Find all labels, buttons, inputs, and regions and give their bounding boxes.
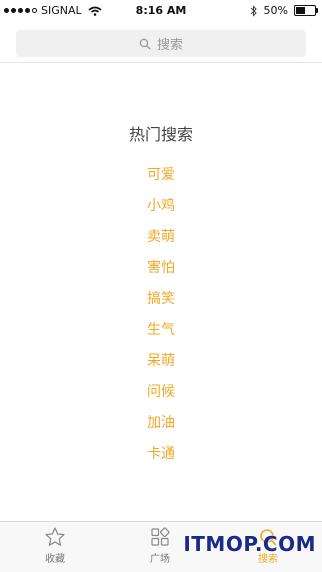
status-right: 50% xyxy=(250,4,318,17)
tab-favorites-label: 收藏 xyxy=(45,554,65,565)
hot-search-list: 可爱 小鸡 卖萌 害怕 搞笑 生气 呆萌 问候 加油 卡通 xyxy=(0,160,322,470)
hot-search-item[interactable]: 卖萌 xyxy=(0,222,322,253)
hot-search-item[interactable]: 加油 xyxy=(0,408,322,439)
hot-search-item[interactable]: 害怕 xyxy=(0,253,322,284)
battery-fill xyxy=(296,7,305,14)
hot-search-item[interactable]: 小鸡 xyxy=(0,191,322,222)
search-placeholder: 搜索 xyxy=(156,38,183,53)
hot-search-item[interactable]: 呆萌 xyxy=(0,346,322,377)
hot-search-item[interactable]: 问候 xyxy=(0,377,322,408)
hot-search-item[interactable]: 可爱 xyxy=(0,160,322,191)
tab-square-label: 广场 xyxy=(150,554,170,565)
star-icon xyxy=(45,527,65,546)
hot-search-item[interactable]: 搞笑 xyxy=(0,284,322,315)
hot-search-item[interactable]: 生气 xyxy=(0,315,322,346)
watermark: ITMOP.COM xyxy=(183,532,316,556)
bluetooth-icon xyxy=(250,4,257,17)
hot-search-item[interactable]: 卡通 xyxy=(0,439,322,470)
search-input[interactable]: 搜索 xyxy=(16,30,306,57)
status-bar: SIGNAL 8:16 AM 50% xyxy=(0,0,322,22)
tab-favorites[interactable]: 收藏 xyxy=(15,526,95,565)
battery-icon xyxy=(294,5,318,16)
search-icon xyxy=(139,38,151,49)
search-area: 搜索 xyxy=(0,22,322,63)
battery-tip xyxy=(316,8,318,13)
hot-search-title: 热门搜索 xyxy=(128,125,193,144)
battery-percent: 50% xyxy=(263,4,288,17)
grid-icon xyxy=(151,527,170,546)
